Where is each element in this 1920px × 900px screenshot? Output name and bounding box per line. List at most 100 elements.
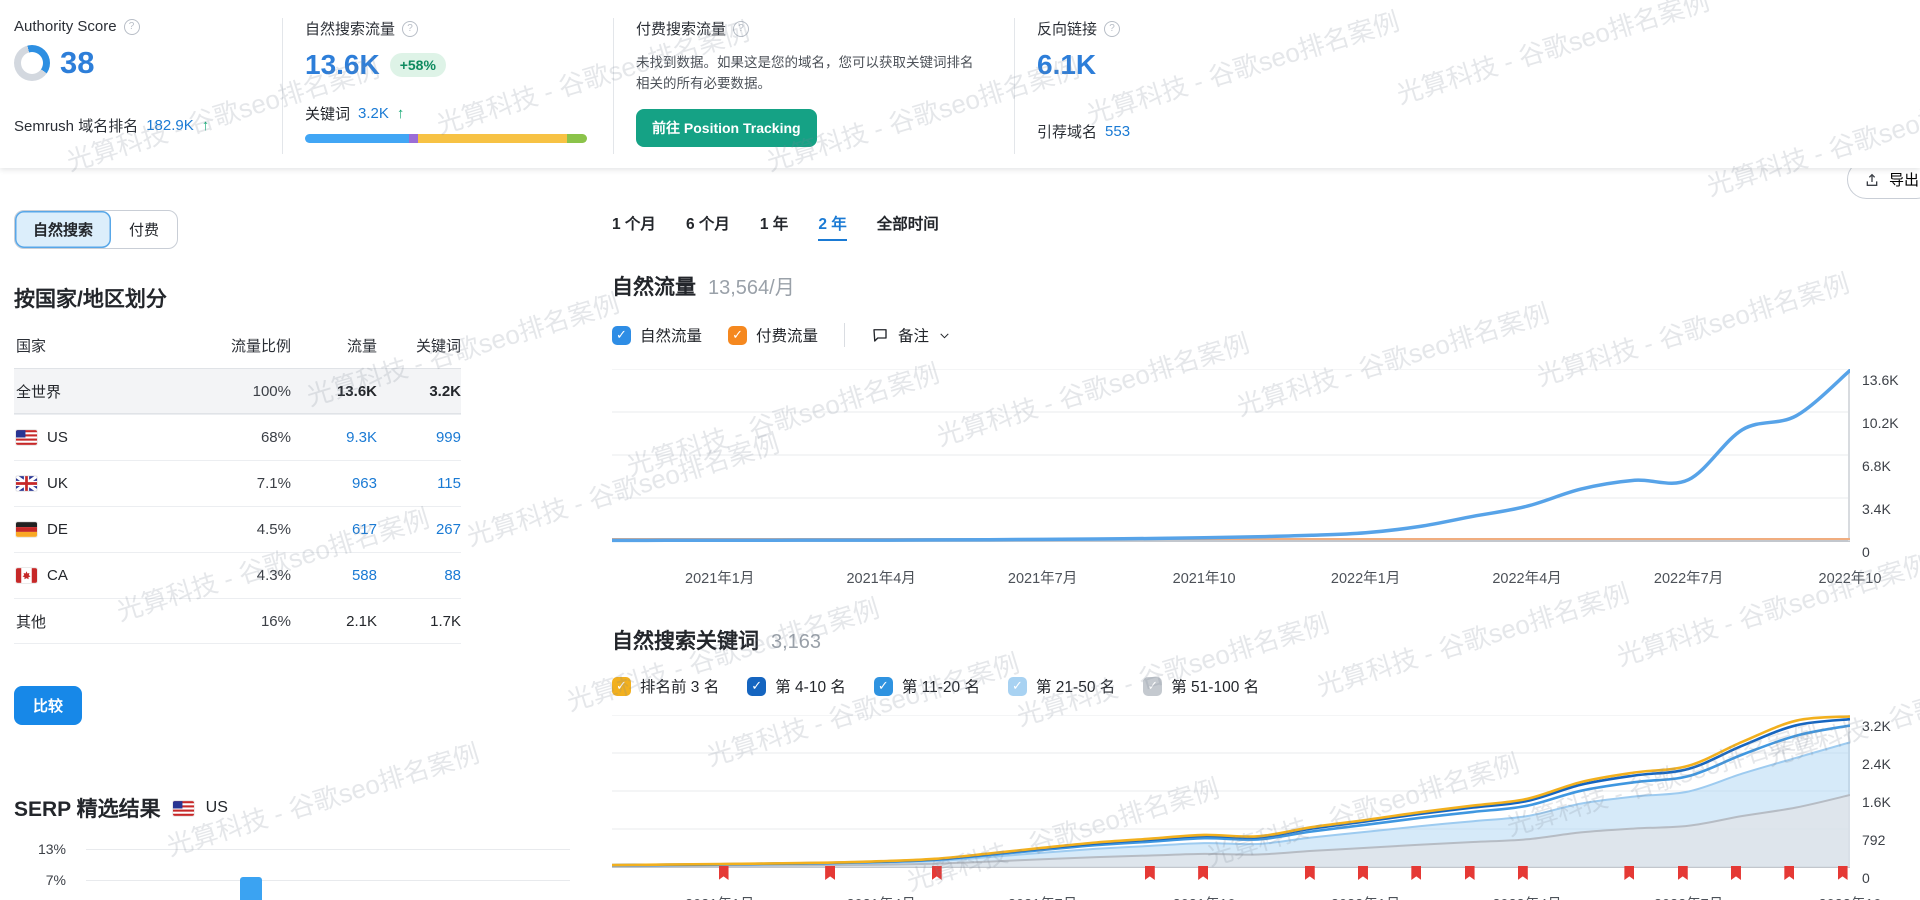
time-range-tabs: 1 个月 6 个月 1 年 2 年 全部时间 [612,212,1920,241]
x-tick-label: 2022年7月 [1654,893,1723,900]
toggle-paid-traffic[interactable]: ✓付费流量 [728,324,818,346]
note-flag-icon[interactable] [1465,866,1475,880]
legend-item-4[interactable]: ✓第 51-100 名 [1143,675,1259,697]
ref-domains-value[interactable]: 553 [1105,123,1130,140]
keywords-value[interactable]: 115 [377,475,461,492]
table-row[interactable]: DE4.5%617267 [14,506,461,552]
y-tick-label: 6.8K [1862,458,1891,474]
table-row[interactable]: 其他16%2.1K1.7K [14,598,461,644]
x-tick-label: 2021年7月 [1008,567,1077,588]
note-flag-icon[interactable] [825,866,835,880]
x-tick-label: 2022年7月 [1654,567,1723,588]
backlinks-card: 反向链接? 6.1K 引荐域名 553 [1015,16,1152,156]
info-icon[interactable]: ? [733,21,749,37]
backlinks-value[interactable]: 6.1K [1037,49,1096,81]
de-flag-icon [16,522,37,537]
note-flag-icon[interactable] [1145,866,1155,880]
table-row[interactable]: CA4.3%58888 [14,552,461,598]
traffic-value[interactable]: 9.3K [291,429,377,446]
organic-traffic-value: 13.6K [305,49,380,81]
authority-gauge [14,45,50,81]
note-flag-icon[interactable] [1518,866,1528,880]
organic-keywords-chart-title: 自然搜索关键词 [612,625,759,655]
time-tab-3[interactable]: 1 年 [760,212,788,241]
axis-markers-row [612,866,1850,882]
info-icon[interactable]: ? [1104,21,1120,37]
share-value: 16% [213,613,291,630]
country-name: DE [47,521,68,538]
checkbox-icon: ✓ [1008,677,1027,696]
note-flag-icon[interactable] [1305,866,1315,880]
y-tick-label: 3.2K [1862,718,1891,734]
note-flag-icon[interactable] [719,866,729,880]
traffic-value[interactable]: 963 [291,475,377,492]
authority-score-value: 38 [60,45,94,81]
authority-score-label: Authority Score [14,18,117,35]
legend-item-0[interactable]: ✓排名前 3 名 [612,675,719,697]
legend-item-1[interactable]: ✓第 4-10 名 [747,675,846,697]
legend-item-2[interactable]: ✓第 11-20 名 [874,675,980,697]
country-name: UK [47,475,68,492]
organic-keywords-chart: 07921.6K2.4K3.2K [612,715,1920,875]
notes-dropdown[interactable]: 备注 [871,324,951,346]
domain-overview-page: Authority Score? 38 Semrush 域名排名 182.9K … [0,0,1920,900]
info-icon[interactable]: ? [124,19,140,35]
traffic-type-tabs: 自然搜索 付费 [14,210,178,249]
traffic-value[interactable]: 617 [291,521,377,538]
tab-organic[interactable]: 自然搜索 [15,211,111,248]
toggle-organic-traffic[interactable]: ✓自然流量 [612,324,702,346]
serp-bars [86,849,570,900]
y-tick-label: 13% [14,841,66,857]
time-tab-1[interactable]: 1 个月 [612,212,656,241]
info-icon[interactable]: ? [402,21,418,37]
metrics-bar: Authority Score? 38 Semrush 域名排名 182.9K … [0,0,1920,168]
keywords-value[interactable]: 999 [377,429,461,446]
tab-paid[interactable]: 付费 [111,211,177,248]
note-flag-icon[interactable] [1678,866,1688,880]
keywords-plot-area[interactable] [612,715,1850,875]
keywords-value[interactable]: 3.2K [358,105,389,122]
legend-item-3[interactable]: ✓第 21-50 名 [1008,675,1115,697]
table-row[interactable]: UK7.1%963115 [14,460,461,506]
table-row[interactable]: US68%9.3K999 [14,414,461,460]
checkbox-icon: ✓ [612,326,631,345]
y-tick-label: 0 [1862,870,1870,886]
note-flag-icon[interactable] [1358,866,1368,880]
time-tab-5[interactable]: 全部时间 [877,212,939,241]
traffic-value[interactable]: 588 [291,567,377,584]
keywords-value[interactable]: 267 [377,521,461,538]
note-flag-icon[interactable] [932,866,942,880]
y-tick-label: 2.4K [1862,756,1891,772]
chevron-down-icon [938,329,951,342]
semrush-rank-value[interactable]: 182.9K [146,117,194,134]
x-tick-label: 2022年10 [1819,567,1882,588]
table-row[interactable]: 全世界100%13.6K3.2K [14,368,461,414]
note-flag-icon[interactable] [1411,866,1421,880]
note-flag-icon[interactable] [1624,866,1634,880]
position-tracking-button[interactable]: 前往 Position Tracking [636,109,817,147]
x-tick-label: 2022年1月 [1331,567,1400,588]
x-tick-label: 2022年4月 [1492,567,1561,588]
authority-score-card: Authority Score? 38 Semrush 域名排名 182.9K … [14,16,282,156]
intent-bar-segment [567,134,587,143]
serp-bar[interactable] [240,877,262,900]
traffic-value: 13.6K [291,383,377,400]
note-flag-icon[interactable] [1731,866,1741,880]
share-value: 4.3% [213,567,291,584]
note-flag-icon[interactable] [1198,866,1208,880]
x-tick-label: 2021年4月 [846,567,915,588]
compare-button[interactable]: 比较 [14,686,82,725]
time-tab-4[interactable]: 2 年 [818,212,846,241]
intent-bar-segment [409,134,417,143]
countries-table: 国家 流量比例 流量 关键词 全世界100%13.6K3.2KUS68%9.3K… [14,335,461,644]
keywords-value[interactable]: 88 [377,567,461,584]
col-share: 流量比例 [121,335,291,356]
note-flag-icon[interactable] [1784,866,1794,880]
y-tick-label: 13.6K [1862,372,1899,388]
organic-traffic-chart-title: 自然流量 [612,271,696,301]
traffic-plot-area[interactable] [612,369,1850,549]
note-flag-icon[interactable] [1838,866,1848,880]
time-tab-2[interactable]: 6 个月 [686,212,730,241]
note-icon [871,326,889,344]
x-tick-label: 2021年1月 [685,567,754,588]
